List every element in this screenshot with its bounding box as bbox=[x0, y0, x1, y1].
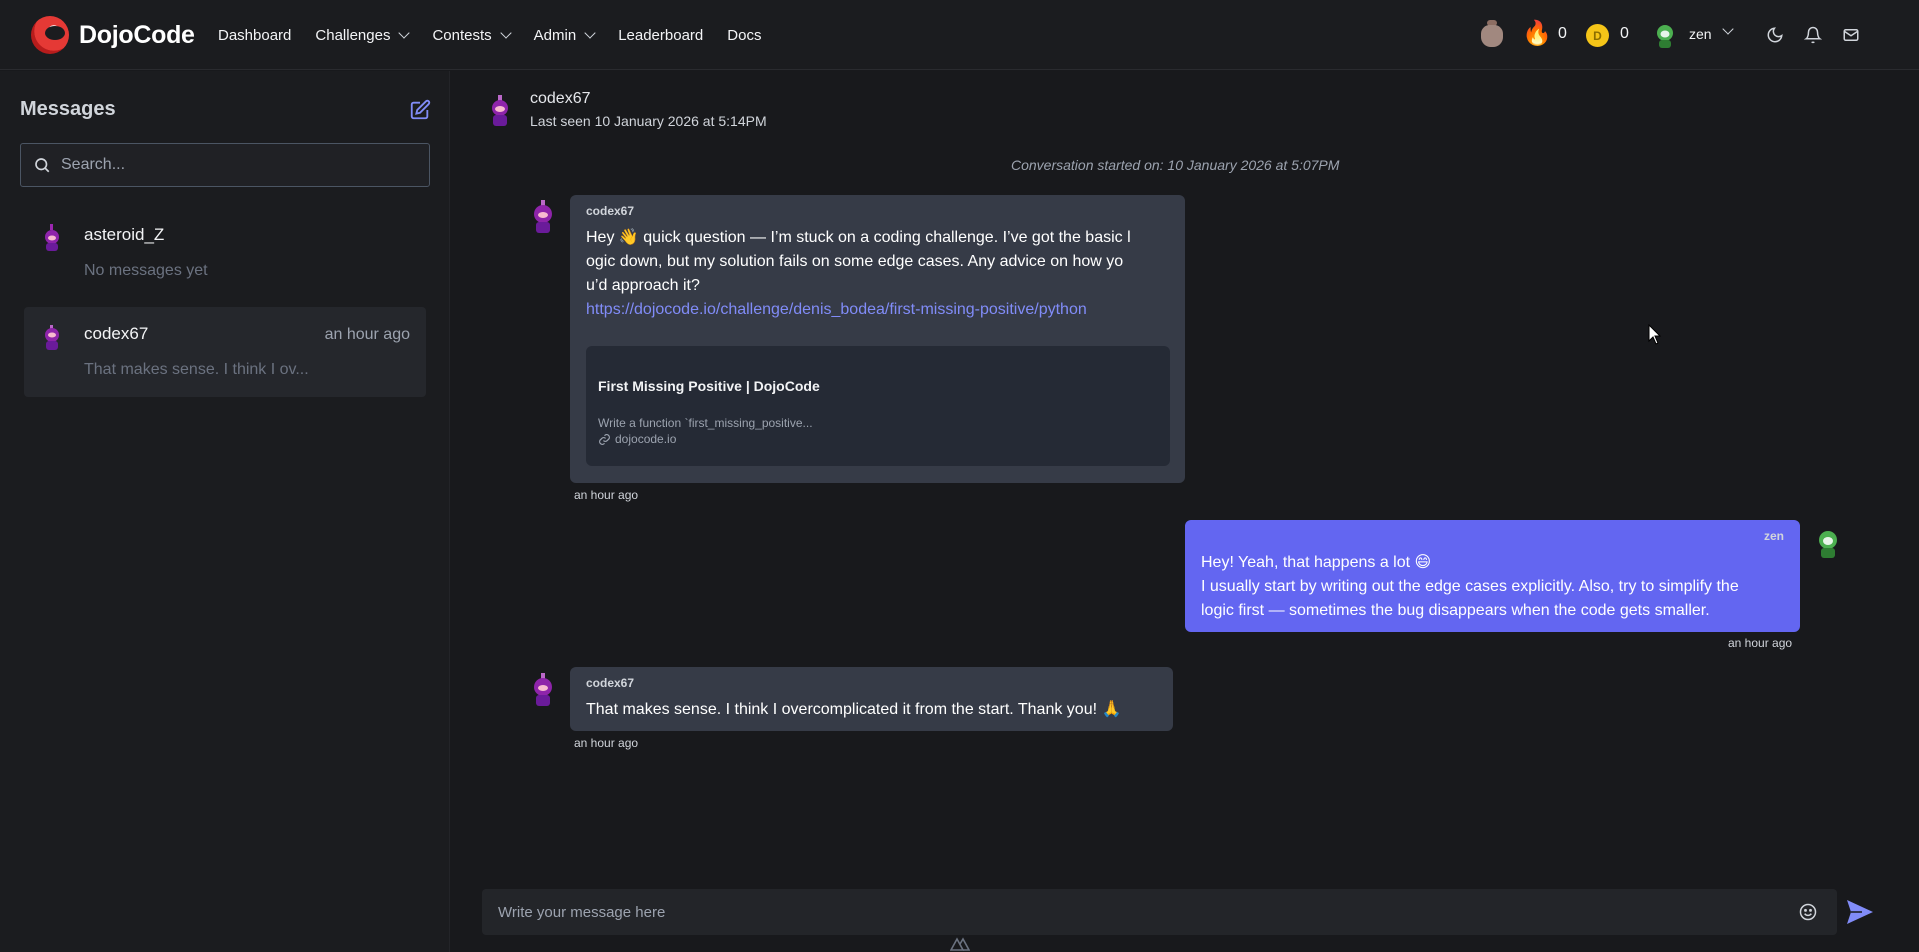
money-bag-icon[interactable] bbox=[1479, 20, 1505, 48]
chevron-down-icon bbox=[584, 27, 596, 39]
avatar bbox=[45, 224, 59, 251]
brand-name: DojoCode bbox=[79, 20, 195, 49]
conversation-preview: That makes sense. I think I ov... bbox=[84, 361, 309, 378]
message-author: codex67 bbox=[586, 676, 635, 690]
streak-count: 0 bbox=[1558, 25, 1567, 42]
search-icon bbox=[33, 156, 53, 176]
message-bubble-incoming: codex67 Hey 👋 quick question — I’m stuck… bbox=[570, 195, 1185, 483]
chevron-down-icon bbox=[499, 27, 512, 39]
edit-icon[interactable] bbox=[409, 99, 431, 121]
contact-name: codex67 bbox=[530, 90, 591, 107]
conversation-item[interactable]: asteroid_Z No messages yet bbox=[24, 208, 426, 298]
search-box bbox=[20, 143, 430, 187]
conversation-name: asteroid_Z bbox=[84, 225, 165, 244]
brand-logo[interactable]: DojoCode bbox=[31, 16, 195, 54]
message-input[interactable] bbox=[498, 889, 1768, 935]
avatar bbox=[45, 325, 59, 350]
conversation-time: an hour ago bbox=[324, 326, 410, 343]
avatar bbox=[534, 200, 552, 233]
coin-icon: D bbox=[1586, 24, 1609, 47]
nav-docs[interactable]: Docs bbox=[727, 27, 761, 44]
avatar bbox=[534, 673, 552, 706]
nuxt-logo-icon bbox=[949, 935, 971, 952]
user-avatar[interactable] bbox=[1654, 23, 1676, 49]
message-line: Hey! Yeah, that happens a lot 😄 bbox=[1201, 554, 1432, 571]
message-line: u’d approach it? bbox=[586, 277, 700, 294]
main-nav: Dashboard Challenges Contests Admin Lead… bbox=[218, 0, 761, 70]
challenge-link[interactable]: https://dojocode.io/challenge/denis_bode… bbox=[586, 301, 1087, 319]
messages-sidebar: Messages asteroid_Z No messages yet code… bbox=[0, 71, 450, 952]
envelope-icon[interactable] bbox=[1840, 24, 1862, 46]
top-navbar: DojoCode Dashboard Challenges Contests A… bbox=[0, 0, 1919, 70]
coin-count: 0 bbox=[1620, 25, 1629, 42]
message-author: zen bbox=[1763, 529, 1784, 543]
bell-icon[interactable] bbox=[1802, 24, 1824, 46]
dojocode-logo-icon bbox=[31, 16, 69, 54]
fire-icon: 🔥 bbox=[1522, 20, 1552, 47]
chevron-down-icon[interactable] bbox=[1722, 23, 1734, 35]
message-time: an hour ago bbox=[574, 736, 639, 750]
conversation-item-active[interactable]: codex67 an hour ago That makes sense. I … bbox=[24, 307, 426, 397]
link-preview-domain: dojocode.io bbox=[598, 432, 676, 446]
message-time: an hour ago bbox=[574, 488, 639, 502]
message-line: That makes sense. I think I overcomplica… bbox=[586, 701, 1122, 718]
smiley-icon[interactable] bbox=[1798, 902, 1818, 922]
user-avatar bbox=[1819, 531, 1837, 558]
link-preview-description: Write a function `first_missing_positive… bbox=[598, 416, 813, 430]
conversation-start: Conversation started on: 10 January 2026… bbox=[1011, 157, 1340, 173]
message-line: Hey 👋 quick question — I’m stuck on a co… bbox=[586, 229, 1131, 246]
moon-icon[interactable] bbox=[1764, 24, 1786, 46]
message-line: ogic down, but my solution fails on some… bbox=[586, 253, 1124, 270]
nav-dashboard[interactable]: Dashboard bbox=[218, 27, 291, 44]
last-seen: Last seen 10 January 2026 at 5:14PM bbox=[530, 113, 767, 129]
message-composer bbox=[482, 889, 1837, 935]
nav-challenges[interactable]: Challenges bbox=[315, 27, 411, 44]
sidebar-title: Messages bbox=[20, 98, 116, 120]
nav-contests[interactable]: Contests bbox=[432, 27, 512, 44]
search-input[interactable] bbox=[61, 144, 421, 186]
username[interactable]: zen bbox=[1689, 26, 1712, 42]
conversation-name: codex67 bbox=[84, 324, 149, 343]
chevron-down-icon bbox=[398, 27, 411, 39]
link-icon bbox=[599, 433, 610, 445]
message-line: I usually start by writing out the edge … bbox=[1201, 578, 1739, 595]
link-preview-card[interactable]: First Missing Positive | DojoCode Write … bbox=[586, 346, 1170, 466]
mouse-cursor-icon bbox=[1648, 324, 1662, 345]
nav-admin[interactable]: Admin bbox=[534, 27, 596, 44]
contact-avatar bbox=[492, 95, 508, 126]
message-line: logic first — sometimes the bug disappea… bbox=[1201, 602, 1710, 619]
link-preview-title: First Missing Positive | DojoCode bbox=[598, 378, 820, 394]
message-time: an hour ago bbox=[1728, 636, 1793, 650]
message-author: codex67 bbox=[586, 204, 635, 218]
nav-leaderboard[interactable]: Leaderboard bbox=[618, 27, 703, 44]
message-bubble-outgoing: zen Hey! Yeah, that happens a lot 😄 I us… bbox=[1185, 520, 1800, 632]
message-bubble-incoming: codex67 That makes sense. I think I over… bbox=[570, 667, 1173, 731]
send-icon[interactable] bbox=[1846, 899, 1874, 925]
conversation-preview: No messages yet bbox=[84, 262, 208, 279]
